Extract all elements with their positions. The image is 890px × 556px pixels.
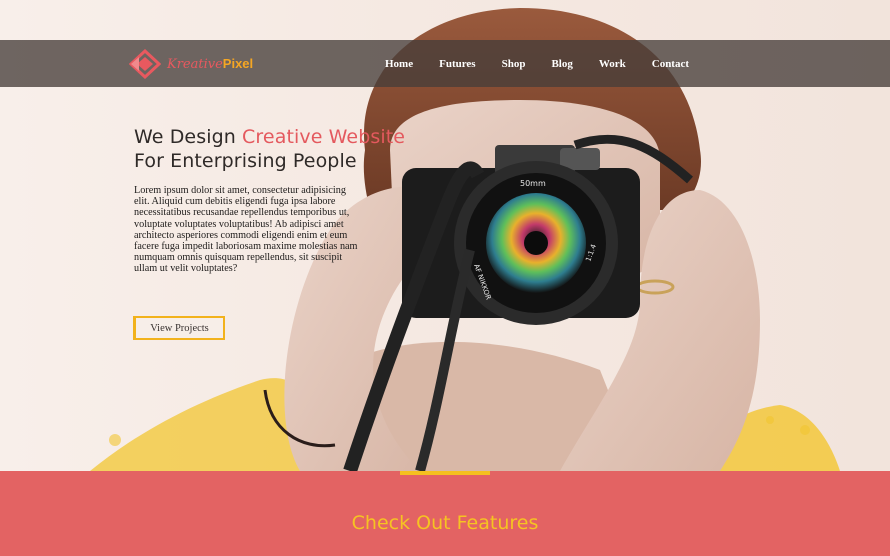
- features-tab-indicator: [400, 471, 490, 475]
- main-nav: Home Futures Shop Blog Work Contact: [372, 40, 702, 87]
- nav-item-blog[interactable]: Blog: [538, 58, 585, 70]
- nav-item-contact[interactable]: Contact: [639, 58, 702, 70]
- logo-mark-icon: [129, 48, 161, 79]
- nav-item-futures[interactable]: Futures: [426, 58, 488, 70]
- headline-line2: For Enterprising People: [134, 150, 357, 172]
- features-section: Check Out Features: [0, 471, 890, 556]
- brand-name: KreativePixel: [167, 56, 253, 72]
- nav-item-home[interactable]: Home: [372, 58, 426, 70]
- features-title-part2: Features: [456, 512, 539, 534]
- headline-part1: We Design: [134, 126, 243, 148]
- headline-accent: Creative Website: [242, 126, 406, 148]
- brand-logo[interactable]: KreativePixel: [129, 48, 253, 79]
- features-title: Check Out Features: [0, 512, 890, 534]
- top-navbar: KreativePixel Home Futures Shop Blog Wor…: [0, 40, 890, 87]
- brand-name-part2: Pixel: [222, 55, 254, 71]
- view-projects-button[interactable]: View Projects: [133, 316, 225, 340]
- nav-item-work[interactable]: Work: [586, 58, 639, 70]
- lens-label-top: 50mm: [520, 179, 546, 188]
- hero-headline: We Design Creative Website For Enterpris…: [134, 125, 405, 173]
- features-title-part1: Check Out: [351, 512, 457, 534]
- brand-name-part1: Kreative: [167, 56, 223, 72]
- nav-item-shop[interactable]: Shop: [489, 58, 539, 70]
- hero-body-text: Lorem ipsum dolor sit amet, consectetur …: [134, 185, 358, 275]
